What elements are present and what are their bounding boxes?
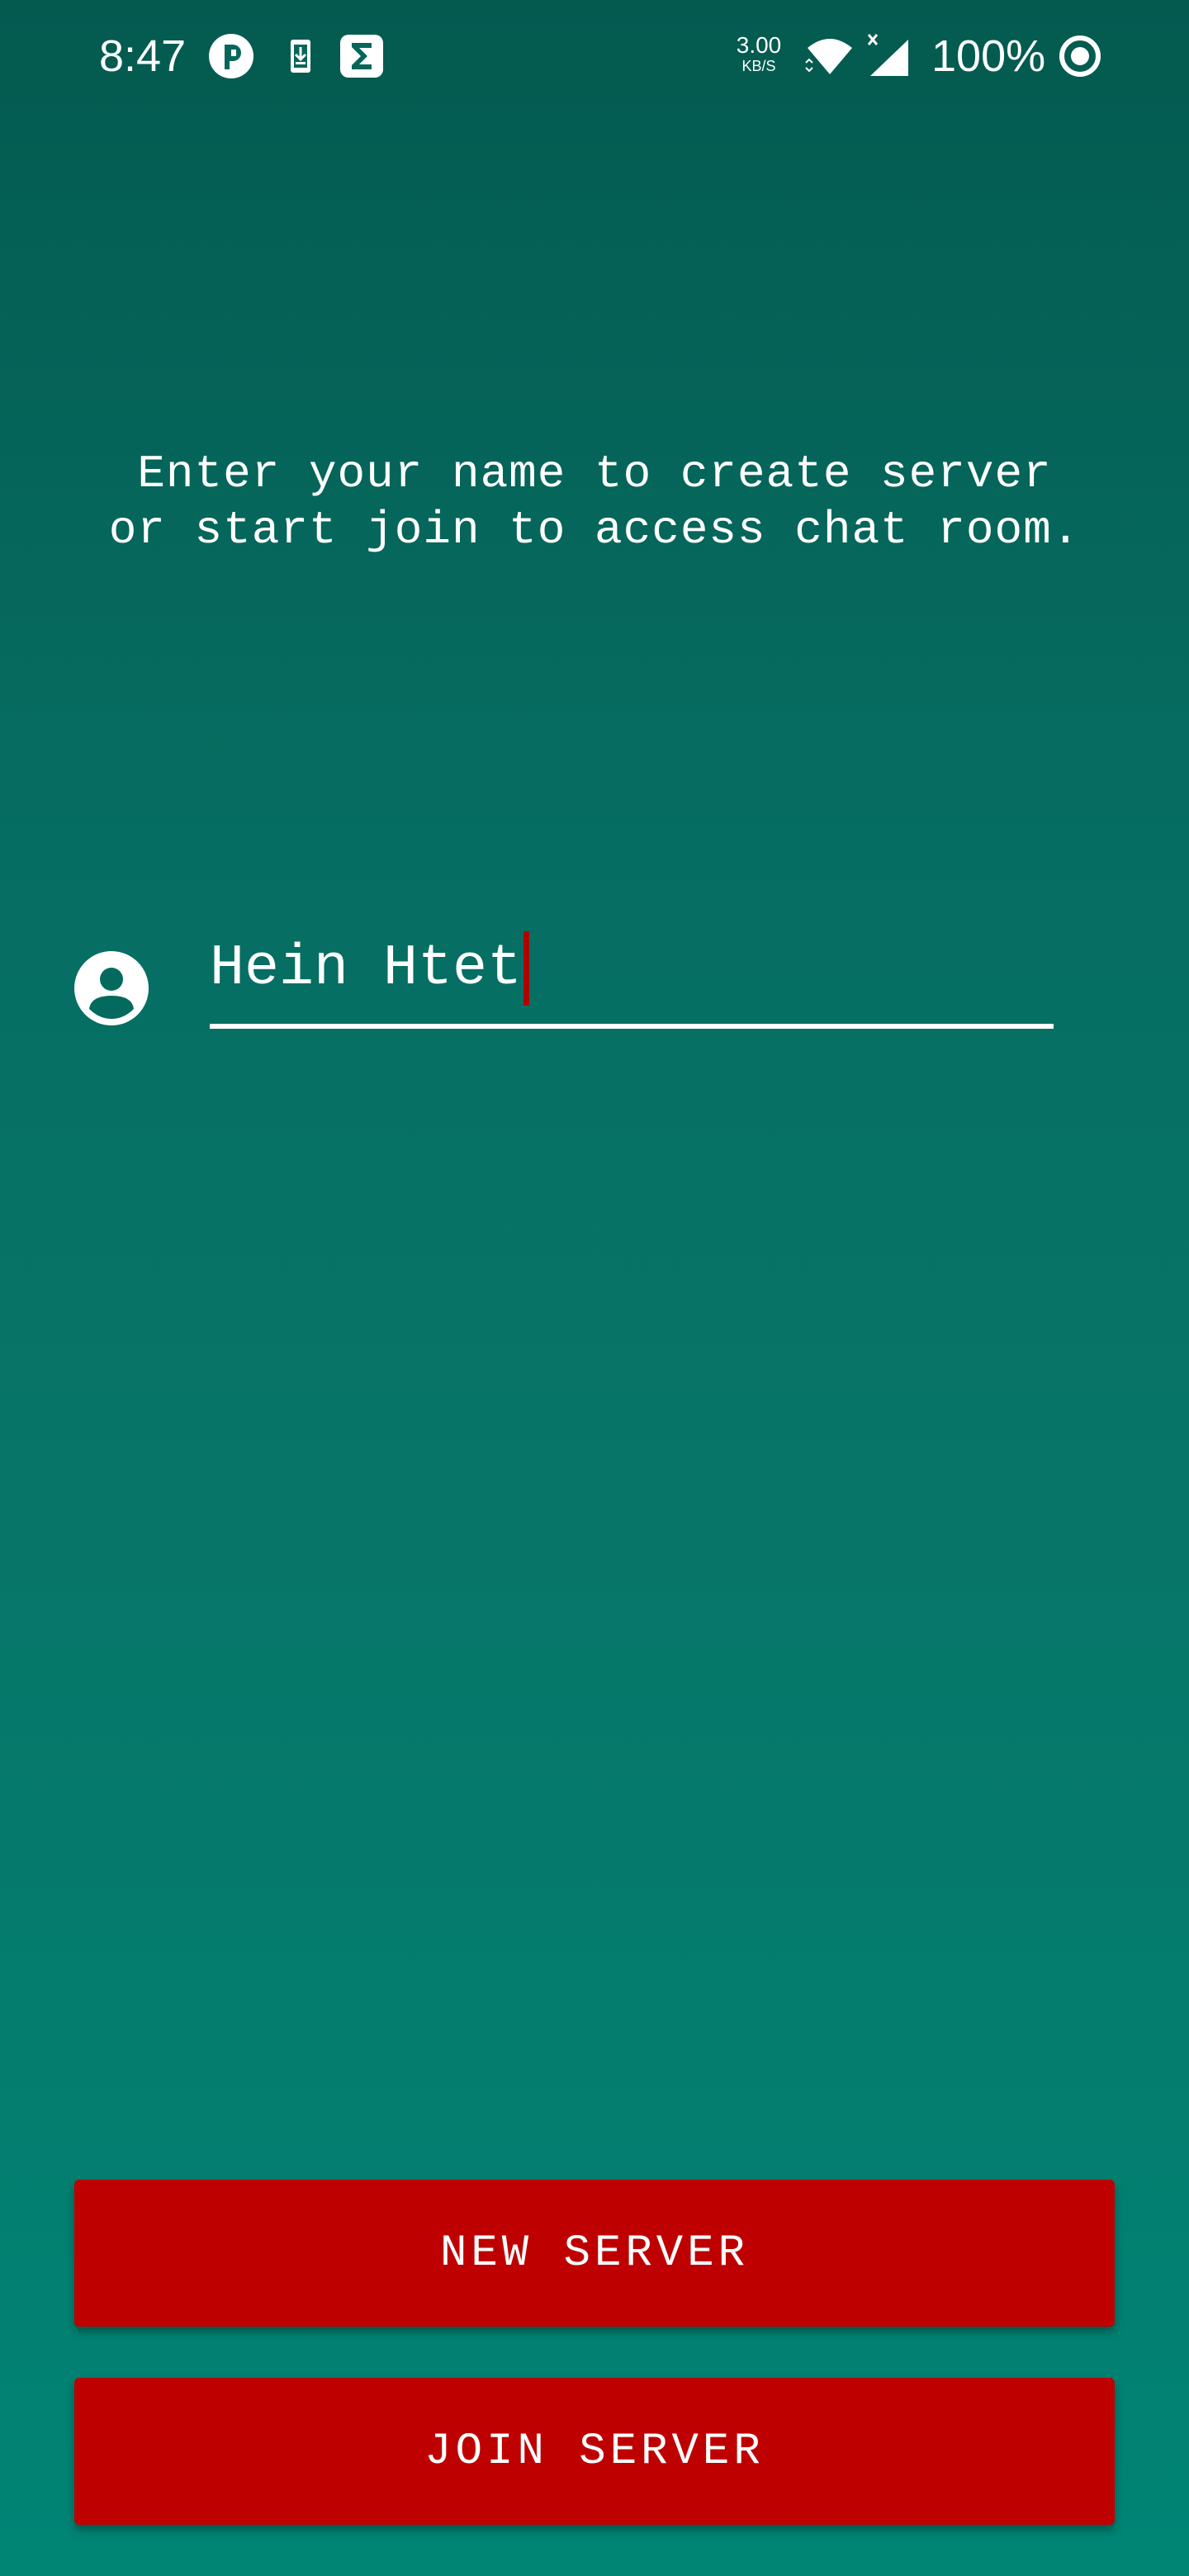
join-server-button[interactable]: JOIN SERVER [74,2378,1115,2525]
account-circle-icon [73,949,150,1027]
network-speed-unit: KB/S [741,58,776,74]
text-cursor [523,931,530,1006]
battery-percentage: 100% [931,31,1046,81]
battery-ring-icon [1057,33,1103,79]
instructions-text: Enter your name to create server or star… [108,447,1081,556]
network-speed: 3.00 KB/S [730,32,788,75]
status-time: 8:47 [99,31,187,81]
app-badge-icon [208,33,254,79]
network-speed-value: 3.00 [736,32,782,58]
name-input[interactable]: Hein Htet [210,931,1054,1029]
status-bar: 8:47 3.00 KB/S 100% [0,0,1189,116]
name-input-row: Hein Htet [73,908,1063,1040]
wifi-icon [804,33,855,79]
download-icon [277,33,324,79]
name-input-value: Hein Htet [210,936,523,1002]
sigma-app-icon [339,33,385,79]
cellular-signal-icon [864,33,910,79]
new-server-button[interactable]: NEW SERVER [74,2180,1115,2327]
